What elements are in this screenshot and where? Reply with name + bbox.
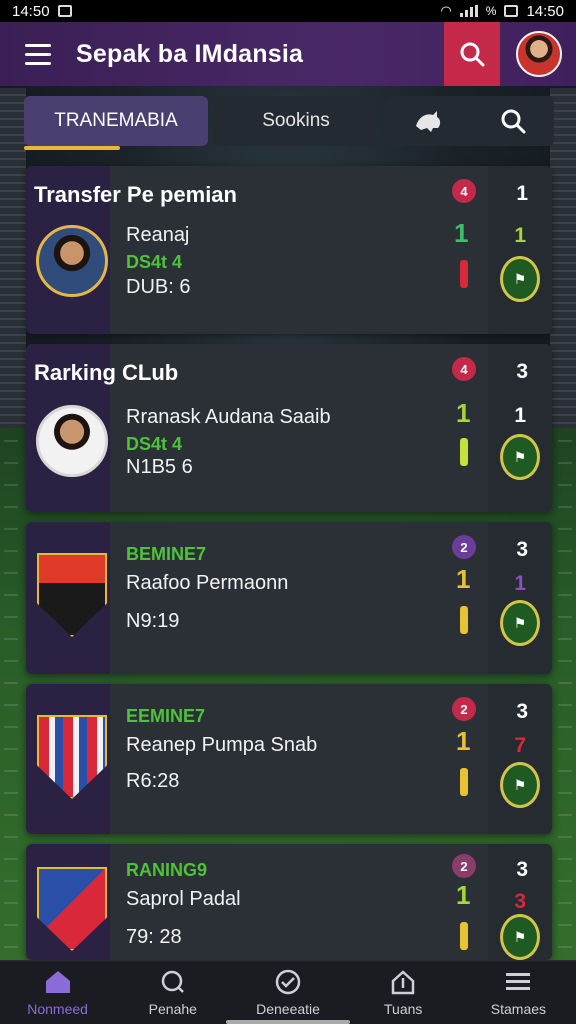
stat-number-top: 3 — [516, 858, 528, 881]
app-title: Sepak ba IMdansia — [76, 39, 304, 68]
trophy-badge-icon: ⚑ — [500, 762, 540, 808]
stat-number-mid: 3 — [514, 890, 526, 913]
bottom-navigation: Nonmeed Penahe Deneeatie Tuans Stamaes — [0, 960, 576, 1024]
rank-label: RANING9 — [126, 860, 208, 880]
player-meta: DUB: 6 — [126, 276, 191, 298]
trophy-badge-icon: ⚑ — [500, 600, 540, 646]
player-position: DS4t 4 — [126, 434, 183, 454]
app-bar: Sepak ba IMdansia — [0, 22, 576, 86]
list-item[interactable]: Rarking CLub Rranask Audana Saaib DS4t 4… — [26, 344, 552, 512]
rank-label: BEMINE7 — [126, 544, 207, 564]
player-position: DS4t 4 — [126, 252, 183, 272]
player-meta: N1B5 6 — [126, 456, 193, 478]
upload-icon — [391, 969, 415, 994]
list-item[interactable]: EEMINE7 Reanep Pumpa Snab R6:28 2 3 1 7 … — [26, 684, 552, 834]
status-time-left: 14:50 — [12, 2, 50, 20]
rhino-icon[interactable] — [413, 108, 443, 134]
stat-bar — [460, 606, 468, 634]
club-name: Raafoo Permaonn — [126, 572, 289, 594]
stat-indicator: 1 — [456, 726, 471, 756]
stat-indicator: 1 — [456, 880, 471, 910]
stat-indicator: 1 — [454, 218, 469, 248]
stat-number-mid: 1 — [514, 572, 526, 595]
player-name: Reanaj — [126, 224, 190, 246]
status-time-right: 14:50 — [526, 2, 564, 20]
stat-number-top: 3 — [516, 360, 528, 383]
card-title: Transfer Pe pemian — [34, 182, 237, 207]
stat-indicator: 1 — [456, 564, 471, 594]
club-crest — [34, 714, 110, 800]
tab-tools — [384, 96, 554, 146]
nav-label: Penahe — [148, 1000, 197, 1017]
search-icon — [161, 970, 184, 993]
nav-list[interactable]: Stamaes — [461, 961, 576, 1024]
nav-upload[interactable]: Tuans — [346, 961, 461, 1024]
card-title: Rarking CLub — [34, 360, 179, 385]
trophy-badge-icon: ⚑ — [500, 256, 540, 302]
nav-label: Tuans — [384, 1000, 423, 1017]
menu-button[interactable] — [0, 22, 76, 86]
search-button[interactable] — [444, 22, 500, 86]
club-crest — [34, 866, 110, 952]
tab-bar: TRANEMABIA Sookins — [24, 96, 554, 150]
stat-number-top: 1 — [516, 182, 528, 205]
home-indicator — [226, 1020, 350, 1024]
nav-label: Deneeatie — [256, 1000, 320, 1017]
tab-tranemabia[interactable]: TRANEMABIA — [24, 96, 208, 150]
notification-badge: 2 — [452, 697, 476, 721]
player-portrait — [34, 398, 110, 484]
stadium-stand-left — [0, 88, 26, 428]
home-icon — [45, 970, 70, 993]
battery-icon — [504, 5, 519, 17]
search-icon[interactable] — [500, 108, 526, 134]
stat-number-mid: 7 — [514, 734, 526, 757]
nav-label: Stamaes — [490, 1000, 547, 1017]
club-meta: R6:28 — [126, 770, 180, 792]
list-item[interactable]: RANING9 Saprol Padal 79: 28 2 3 1 3 ⚑ — [26, 844, 552, 960]
club-meta: 79: 28 — [126, 926, 182, 948]
hamburger-icon — [25, 43, 51, 47]
nav-label: Nonmeed — [27, 1000, 88, 1017]
nav-search[interactable]: Penahe — [115, 961, 230, 1024]
search-icon — [460, 42, 485, 67]
notification-badge: 4 — [452, 357, 476, 381]
list-item[interactable]: Transfer Pe pemian Reanaj DS4t 4 DUB: 6 … — [26, 166, 552, 334]
stat-bar — [460, 768, 468, 796]
trophy-badge-icon: ⚑ — [500, 914, 540, 960]
signal-icon — [459, 5, 478, 17]
club-crest — [34, 552, 110, 638]
wifi-icon: ◠ — [440, 3, 452, 18]
stat-number-top: 3 — [516, 700, 528, 723]
stat-number-mid: 1 — [514, 224, 526, 247]
nav-home[interactable]: Nonmeed — [0, 961, 115, 1024]
stat-number-mid: 1 — [514, 404, 526, 427]
tab-sookins[interactable]: Sookins — [214, 96, 378, 146]
club-name: Saprol Padal — [126, 888, 241, 910]
stat-indicator: 1 — [456, 398, 471, 428]
club-meta: N9:19 — [126, 610, 180, 632]
notification-icon — [57, 5, 72, 17]
stat-bar — [460, 922, 468, 950]
stat-number-top: 3 — [516, 538, 528, 561]
notification-badge: 2 — [452, 854, 476, 878]
check-circle-icon — [275, 969, 301, 994]
list-item[interactable]: BEMINE7 Raafoo Permaonn N9:19 2 3 1 1 ⚑ — [26, 522, 552, 674]
stat-bar — [460, 438, 468, 466]
notification-badge: 4 — [452, 179, 476, 203]
profile-avatar[interactable] — [516, 31, 562, 77]
status-bar: 14:50 ◠ % 14:50 — [0, 0, 576, 22]
player-name: Rranask Audana Saaib — [126, 406, 331, 428]
rank-label: EEMINE7 — [126, 706, 206, 726]
nav-check[interactable]: Deneeatie — [230, 961, 345, 1024]
club-name: Reanep Pumpa Snab — [126, 734, 318, 756]
list-icon — [506, 972, 531, 990]
player-portrait — [34, 218, 110, 304]
trophy-badge-icon: ⚑ — [500, 434, 540, 480]
battery-percent: % — [485, 4, 497, 18]
notification-badge: 2 — [452, 535, 476, 559]
stat-bar — [460, 260, 468, 288]
